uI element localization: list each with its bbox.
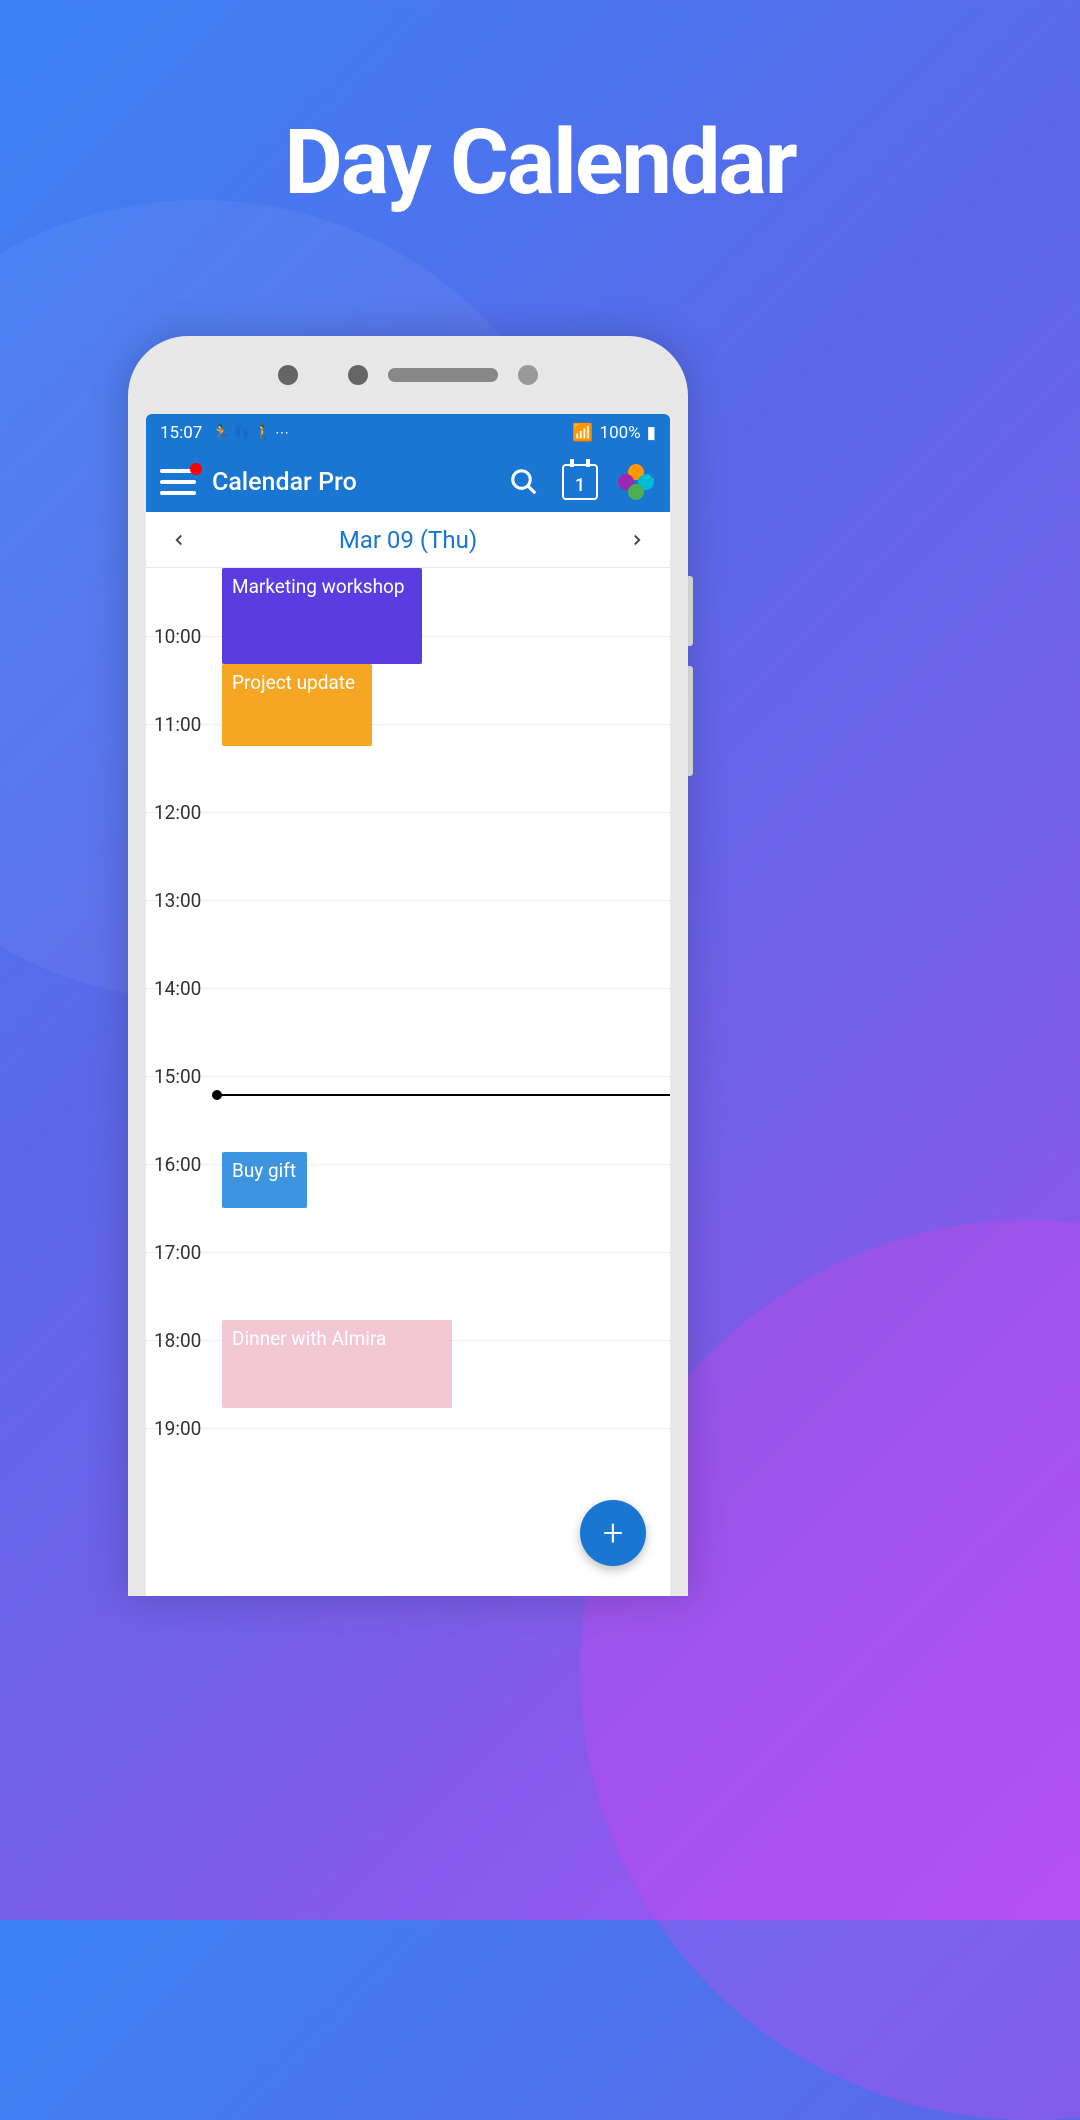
hour-row[interactable]: 19:00 [146,1428,670,1516]
search-icon[interactable] [504,462,544,502]
event-block[interactable]: Dinner with Almira [222,1320,452,1408]
hour-row[interactable]: 13:00 [146,900,670,988]
status-time: 15:07 [160,423,202,443]
screen: 15:07 🏃 👣 🚶 ⋯ 📶 100% ▮ Calendar Pro [146,414,670,1596]
battery-icon: ▮ [647,423,656,443]
app-title: Calendar Pro [212,468,488,497]
add-event-button[interactable]: + [580,1500,646,1566]
now-line [218,1094,670,1096]
promo-title: Day Calendar [0,110,1080,215]
phone-hardware-top [128,336,688,414]
menu-icon[interactable] [160,469,196,495]
hour-label: 17:00 [154,1241,214,1264]
hour-label: 16:00 [154,1153,214,1176]
hour-row[interactable]: 15:00 [146,1076,670,1164]
hour-label: 14:00 [154,977,214,1000]
hour-label: 11:00 [154,713,214,736]
today-icon[interactable]: 1 [560,462,600,502]
status-activity-icons: 🏃 👣 🚶 ⋯ [212,425,289,441]
hour-label: 13:00 [154,889,214,912]
hour-label: 18:00 [154,1329,214,1352]
hour-row[interactable]: 14:00 [146,988,670,1076]
hour-label: 10:00 [154,625,214,648]
hour-label: 12:00 [154,801,214,824]
date-nav: Mar 09 (Thu) [146,512,670,568]
event-block[interactable]: Marketing workshop [222,568,422,664]
apps-icon[interactable] [616,462,656,502]
hour-label: 15:00 [154,1065,214,1088]
hour-row[interactable]: 12:00 [146,812,670,900]
battery-text: 100% [600,423,641,443]
signal-icon: 📶 [572,423,593,443]
event-block[interactable]: Buy gift [222,1152,307,1208]
date-label[interactable]: Mar 09 (Thu) [339,526,477,554]
prev-day-button[interactable] [164,525,194,555]
phone-frame: 15:07 🏃 👣 🚶 ⋯ 📶 100% ▮ Calendar Pro [128,336,688,1596]
app-bar: Calendar Pro 1 [146,452,670,512]
status-bar: 15:07 🏃 👣 🚶 ⋯ 📶 100% ▮ [146,414,670,452]
next-day-button[interactable] [622,525,652,555]
notification-badge-icon [190,463,202,475]
timeline[interactable]: 10:0011:0012:0013:0014:0015:0016:0017:00… [146,568,670,1596]
event-block[interactable]: Project update [222,664,372,746]
hour-label: 19:00 [154,1417,214,1440]
